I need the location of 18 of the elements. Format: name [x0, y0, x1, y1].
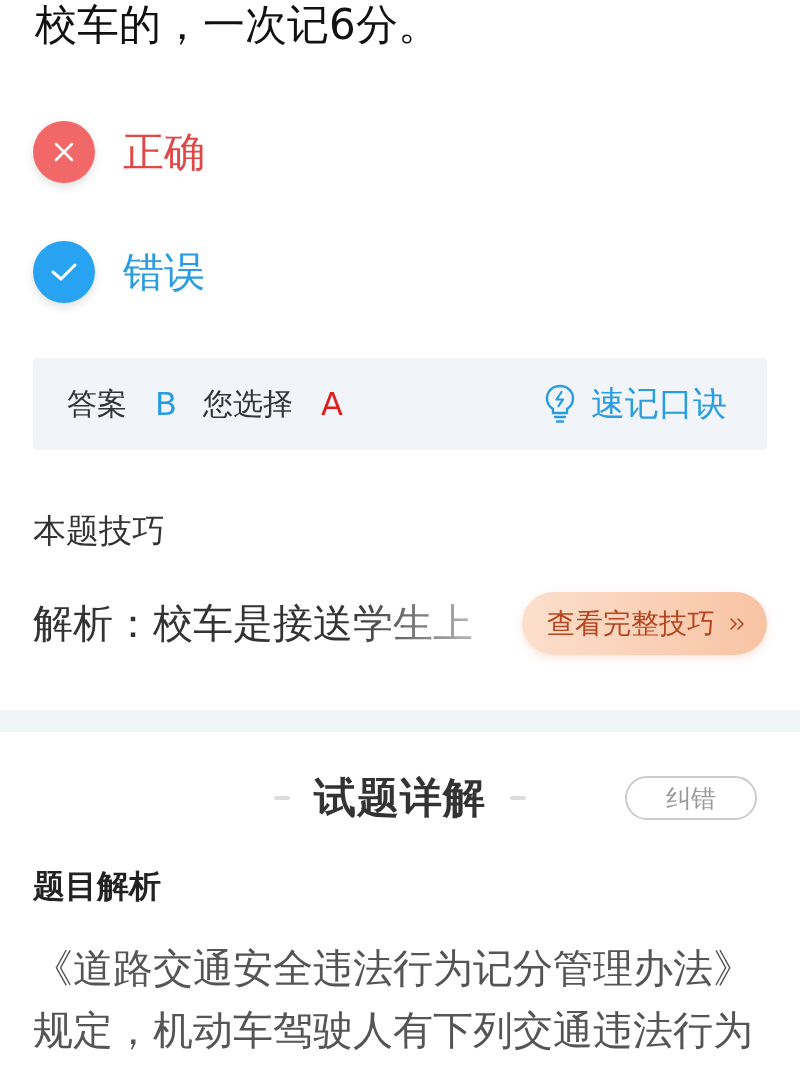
lightbulb-icon [545, 384, 575, 424]
answer-option[interactable]: 错误 [33, 241, 205, 303]
report-error-button[interactable]: 纠错 [625, 776, 757, 820]
analysis-title: 题目解析 [33, 866, 161, 906]
analysis-text: 《道路交通安全违法行为记分管理办法》规定，机动车驾驶人有下列交通违法行为 [33, 944, 754, 1055]
question-text: 校车的，一次记6分。 [34, 0, 440, 50]
section-title: 试题详解 [314, 772, 486, 824]
tip-title: 本题技巧 [33, 510, 165, 552]
tip-text: 解析：校车是接送学生上 [33, 599, 473, 648]
answer-label: 答案 [67, 384, 127, 423]
full-tip-button[interactable]: 查看完整技巧 [522, 592, 767, 655]
chosen-answer: A [320, 385, 343, 423]
dash-icon [510, 796, 526, 800]
mnemonic-link[interactable]: 速记口诀 [545, 381, 727, 427]
choice-label: 您选择 [202, 384, 293, 423]
answer-option[interactable]: 正确 [33, 121, 205, 183]
correct-answer: B [155, 385, 177, 423]
dash-icon [274, 796, 290, 800]
